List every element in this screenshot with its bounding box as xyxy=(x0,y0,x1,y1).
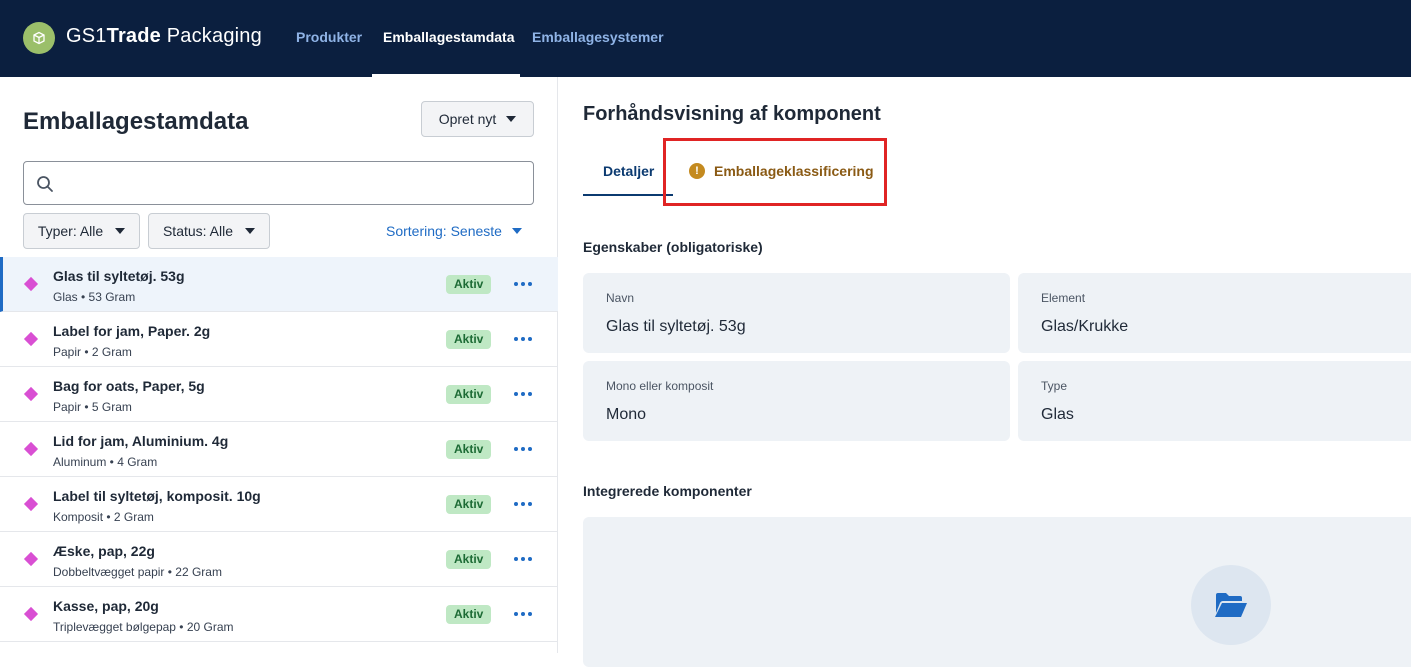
tab-active-indicator xyxy=(583,194,673,196)
list-item-subtitle: Papir • 2 Gram xyxy=(53,345,132,359)
property-label: Element xyxy=(1041,291,1086,305)
search-input[interactable] xyxy=(23,161,534,205)
integrated-section-label: Integrerede komponenter xyxy=(583,483,752,499)
preview-title: Forhåndsvisning af komponent xyxy=(583,103,881,125)
list-item-subtitle: Komposit • 2 Gram xyxy=(53,510,154,524)
type-filter-label: Typer: Alle xyxy=(37,223,104,239)
list-item[interactable]: Label til syltetøj, komposit. 10g Kompos… xyxy=(0,477,558,532)
list-item-subtitle: Papir • 5 Gram xyxy=(53,400,132,414)
list-item-title: Bag for oats, Paper, 5g xyxy=(53,378,205,394)
nav-produkter[interactable]: Produkter xyxy=(296,29,362,45)
status-badge: Aktiv xyxy=(446,275,492,294)
property-label: Type xyxy=(1041,379,1068,393)
property-value: Glas til syltetøj. 53g xyxy=(606,318,746,335)
diamond-icon xyxy=(23,606,39,622)
integrated-components-empty-state xyxy=(583,517,1411,667)
logo-text-part-2: Trade xyxy=(106,25,161,47)
status-filter-dropdown[interactable]: Status: Alle xyxy=(148,213,270,249)
list-item-subtitle: Glas • 53 Gram xyxy=(53,290,136,304)
diamond-icon xyxy=(23,441,39,457)
list-item-title: Æske, pap, 22g xyxy=(53,543,155,559)
logo-text-part-1: GS1 xyxy=(66,25,107,47)
chevron-down-icon xyxy=(511,228,522,234)
nav-emballagestamdata[interactable]: Emballagestamdata xyxy=(383,29,515,45)
more-options-icon[interactable] xyxy=(514,385,532,403)
property-card-type: Type Glas xyxy=(1018,361,1411,441)
list-item[interactable]: Label for jam, Paper. 2g Papir • 2 Gram … xyxy=(0,312,558,367)
list-item[interactable]: Lid for jam, Aluminium. 4g Aluminum • 4 … xyxy=(0,422,558,477)
search-icon xyxy=(37,176,53,192)
list-item-subtitle: Aluminum • 4 Gram xyxy=(53,455,158,469)
list-panel: Emballagestamdata Opret nyt Typer: Alle … xyxy=(0,77,558,653)
list-item[interactable]: Glas til syltetøj. 53g Glas • 53 Gram Ak… xyxy=(0,257,558,312)
status-badge: Aktiv xyxy=(446,330,492,349)
diamond-icon xyxy=(23,386,39,402)
status-filter-label: Status: Alle xyxy=(162,223,234,239)
more-options-icon[interactable] xyxy=(514,275,532,293)
folder-open-icon xyxy=(1191,565,1271,645)
list-item-title: Label til syltetøj, komposit. 10g xyxy=(53,488,261,504)
tab-details[interactable]: Detaljer xyxy=(603,163,654,179)
property-label: Mono eller komposit xyxy=(606,379,714,393)
list-item-title: Label for jam, Paper. 2g xyxy=(53,323,211,339)
property-value: Mono xyxy=(606,406,647,423)
list-item[interactable]: Bag for oats, Paper, 5g Papir • 5 Gram A… xyxy=(0,367,558,422)
chevron-down-icon xyxy=(115,228,126,234)
list-item-title: Glas til syltetøj. 53g xyxy=(53,268,185,284)
more-options-icon[interactable] xyxy=(514,550,532,568)
more-options-icon[interactable] xyxy=(514,330,532,348)
highlight-annotation xyxy=(663,138,887,206)
more-options-icon[interactable] xyxy=(514,495,532,513)
chevron-down-icon xyxy=(506,116,517,122)
diamond-icon xyxy=(23,276,39,292)
top-navigation-bar: GS1Trade Packaging Produkter Emballagest… xyxy=(0,0,1411,77)
diamond-icon xyxy=(23,331,39,347)
chevron-down-icon xyxy=(245,228,256,234)
properties-section-label: Egenskaber (obligatoriske) xyxy=(583,239,763,255)
sort-label: Sortering: Seneste xyxy=(386,223,502,239)
create-new-label: Opret nyt xyxy=(438,111,497,127)
logo-text-part-3: Packaging xyxy=(160,25,262,47)
property-card-mono: Mono eller komposit Mono xyxy=(583,361,1010,441)
list-item-title: Kasse, pap, 20g xyxy=(53,598,159,614)
type-filter-dropdown[interactable]: Typer: Alle xyxy=(23,213,140,249)
sort-dropdown[interactable]: Sortering: Seneste xyxy=(386,223,522,239)
more-options-icon[interactable] xyxy=(514,440,532,458)
create-new-button[interactable]: Opret nyt xyxy=(421,101,534,137)
property-value: Glas/Krukke xyxy=(1041,318,1129,335)
property-label: Navn xyxy=(606,291,635,305)
gs1-logo-icon[interactable] xyxy=(23,22,55,54)
list-item-title: Lid for jam, Aluminium. 4g xyxy=(53,433,229,449)
more-options-icon[interactable] xyxy=(514,605,532,623)
nav-emballagesystemer[interactable]: Emballagesystemer xyxy=(532,29,664,45)
status-badge: Aktiv xyxy=(446,495,492,514)
component-list: Glas til syltetøj. 53g Glas • 53 Gram Ak… xyxy=(0,257,558,642)
status-badge: Aktiv xyxy=(446,385,492,404)
list-item[interactable]: Kasse, pap, 20g Triplevægget bølgepap • … xyxy=(0,587,558,642)
status-badge: Aktiv xyxy=(446,550,492,569)
list-item-subtitle: Dobbeltvægget papir • 22 Gram xyxy=(53,565,222,579)
diamond-icon xyxy=(23,496,39,512)
status-badge: Aktiv xyxy=(446,605,492,624)
diamond-icon xyxy=(23,551,39,567)
property-value: Glas xyxy=(1041,406,1074,423)
status-badge: Aktiv xyxy=(446,440,492,459)
page-title: Emballagestamdata xyxy=(23,108,249,135)
app-logo-text[interactable]: GS1Trade Packaging xyxy=(66,25,262,48)
property-card-name: Navn Glas til syltetøj. 53g xyxy=(583,273,1010,353)
list-item[interactable]: Æske, pap, 22g Dobbeltvægget papir • 22 … xyxy=(0,532,558,587)
property-card-element: Element Glas/Krukke xyxy=(1018,273,1411,353)
list-item-subtitle: Triplevægget bølgepap • 20 Gram xyxy=(53,620,234,634)
